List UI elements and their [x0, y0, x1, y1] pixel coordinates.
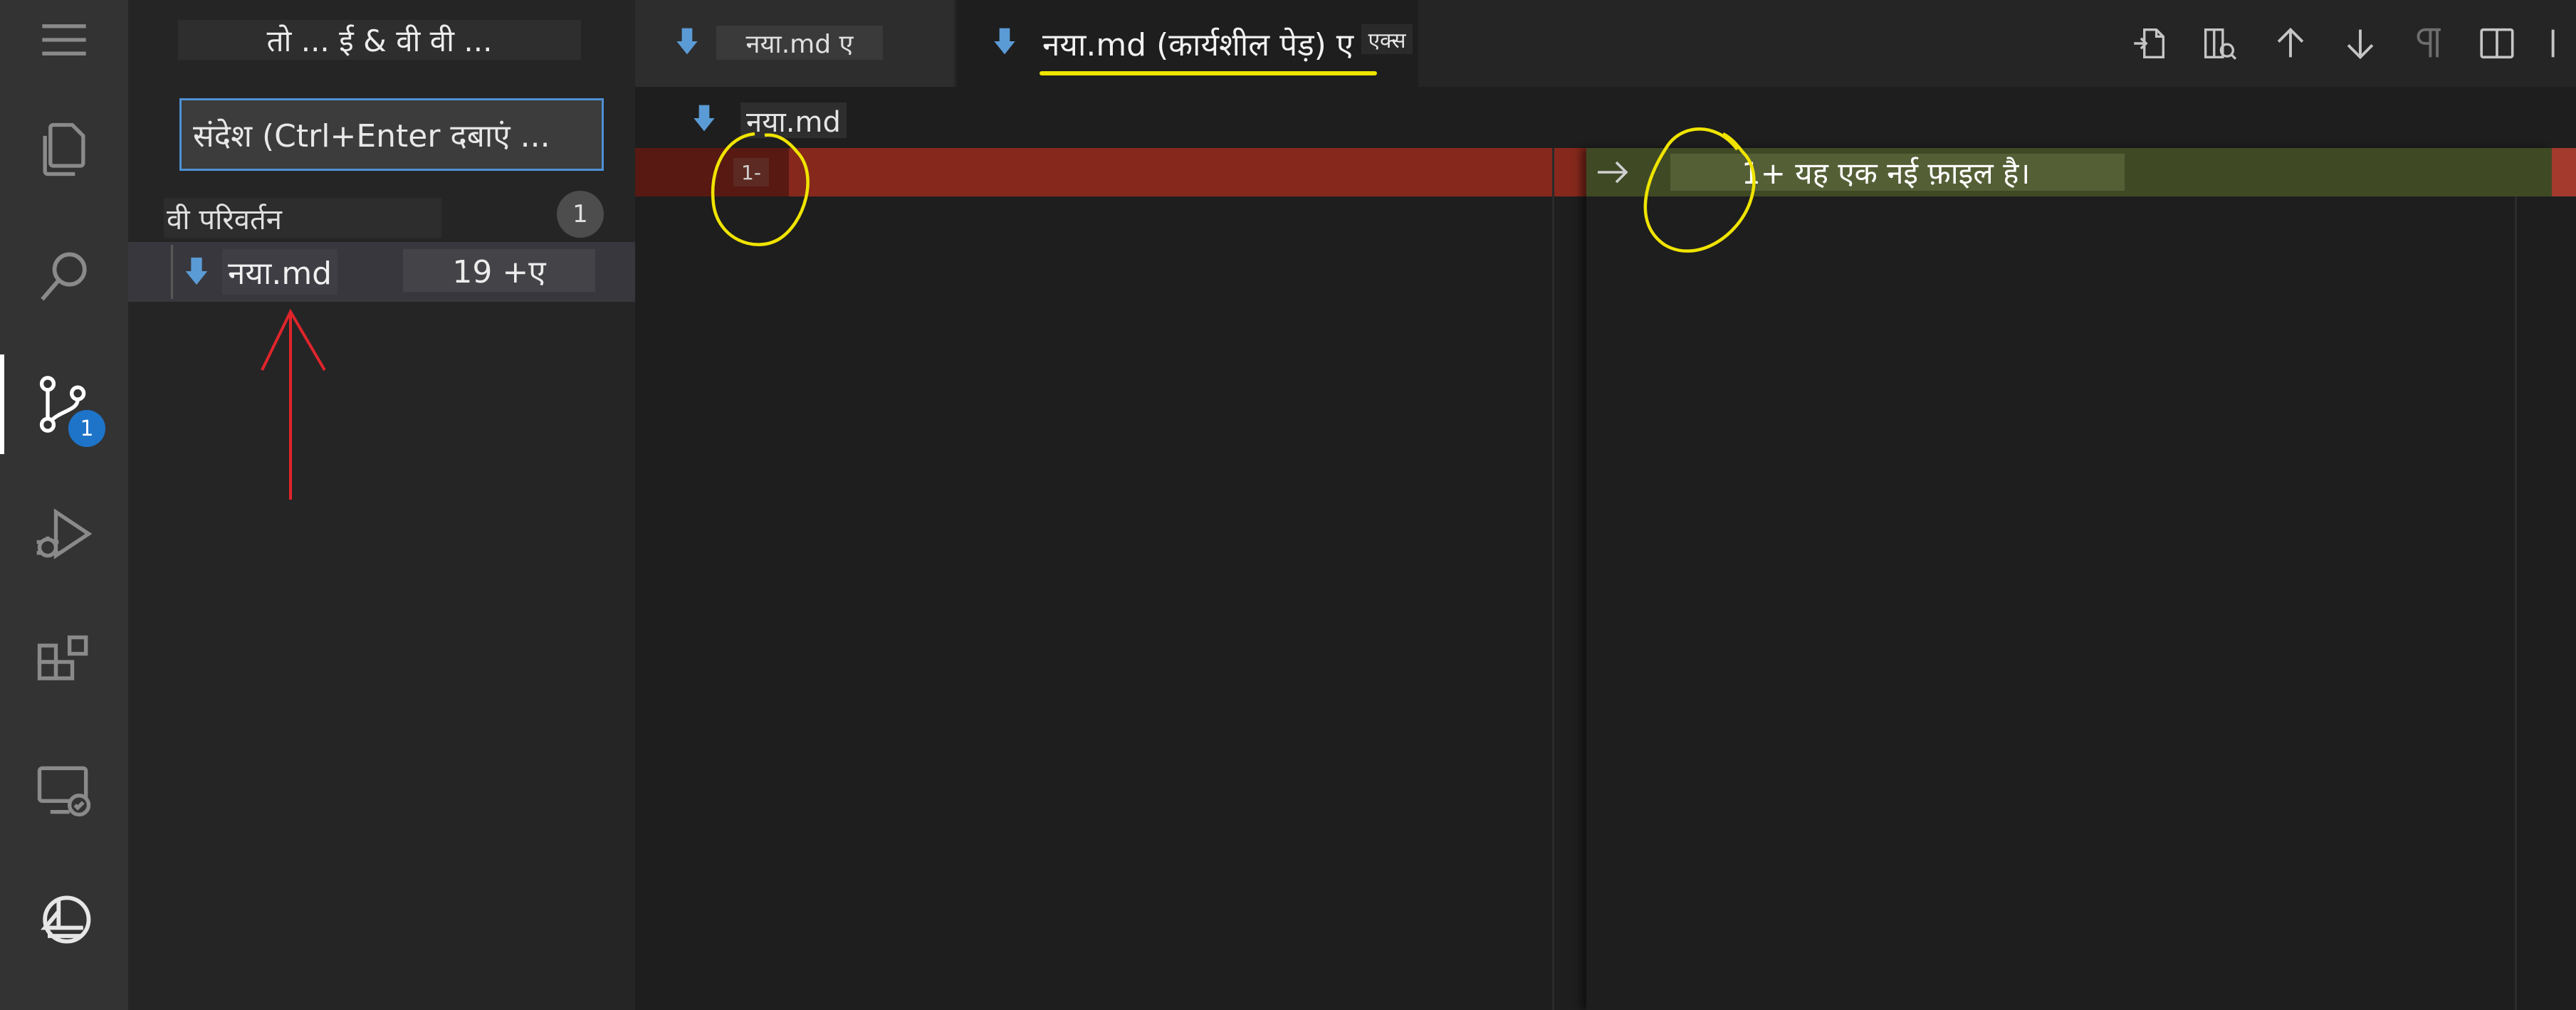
open-changes-icon[interactable]: [2194, 19, 2244, 68]
changes-header[interactable]: वी परिवर्तन: [164, 198, 441, 238]
tab-new-md[interactable]: नया.md ए: [635, 0, 954, 87]
vertical-scrollbar[interactable]: [2515, 196, 2517, 1010]
line-gutter: 1-: [635, 148, 789, 196]
sidebar-title: तो ... ई & वी वी ...: [178, 20, 581, 60]
changed-file-status: 19 +ए: [403, 249, 595, 292]
markdown-file-icon: [676, 28, 698, 55]
tab-new-md-working-tree[interactable]: नया.md (कार्यशील पेड़) ए एक्स: [957, 0, 1418, 87]
close-tab-button[interactable]: एक्स: [1361, 24, 1413, 54]
activity-bar: 1: [0, 0, 128, 1010]
markdown-file-icon: [185, 257, 208, 285]
diff-original-pane[interactable]: 1-: [635, 148, 1586, 1010]
source-control-sidebar: तो ... ई & वी वी ... संदेश (Ctrl+Enter द…: [128, 0, 635, 1010]
deleted-line-row: 1-: [635, 148, 1586, 196]
arrow-up-icon[interactable]: [2266, 19, 2315, 68]
tab-label: नया.md ए: [716, 26, 883, 60]
explorer-icon[interactable]: [0, 100, 128, 199]
editor-tab-bar: नया.md ए नया.md (कार्यशील पेड़) ए एक्स: [635, 0, 2576, 87]
yellow-underline-annotation: [1040, 71, 1377, 75]
revert-arrow-icon[interactable]: [1593, 157, 1633, 188]
extensions-icon[interactable]: [0, 612, 128, 712]
remote-explorer-icon[interactable]: [0, 740, 128, 840]
markdown-file-icon: [994, 28, 1015, 55]
account-icon[interactable]: [0, 870, 128, 969]
arrow-down-icon[interactable]: [2335, 19, 2385, 68]
source-control-icon[interactable]: [0, 354, 128, 454]
deletion-marker: [2552, 148, 2576, 196]
overview-ruler[interactable]: [2552, 148, 2576, 1010]
pilcrow-icon[interactable]: [2404, 19, 2454, 68]
line-number: 1-: [733, 158, 769, 186]
search-icon[interactable]: [0, 228, 128, 327]
changes-count-badge: 1: [557, 191, 604, 238]
menu-icon[interactable]: [0, 0, 128, 90]
markdown-file-icon: [693, 105, 715, 132]
changed-file-row[interactable]: नया.md 19 +ए: [128, 242, 635, 302]
inserted-line-row: 1+ यह एक नई फ़ाइल है।: [1586, 148, 2552, 196]
deleted-line-content: [789, 148, 1586, 196]
tab-label: नया.md (कार्यशील पेड़) ए: [1042, 27, 1354, 63]
run-debug-icon[interactable]: [0, 484, 128, 584]
breadcrumb: नया.md: [635, 87, 2576, 148]
diff-modified-pane[interactable]: 1+ यह एक नई फ़ाइल है।: [1586, 148, 2552, 1010]
more-actions-icon[interactable]: [2542, 19, 2576, 68]
breadcrumb-file[interactable]: नया.md: [740, 102, 847, 139]
commit-message-input[interactable]: संदेश (Ctrl+Enter दबाएं ...: [179, 98, 604, 171]
open-file-icon[interactable]: [2125, 19, 2174, 68]
source-control-badge: 1: [66, 407, 108, 450]
pane-divider: [1552, 148, 1554, 1010]
changed-file-name: नया.md: [222, 249, 338, 295]
split-editor-icon[interactable]: [2472, 19, 2522, 68]
inserted-line-text: 1+ यह एक नई फ़ाइल है।: [1742, 155, 2031, 191]
